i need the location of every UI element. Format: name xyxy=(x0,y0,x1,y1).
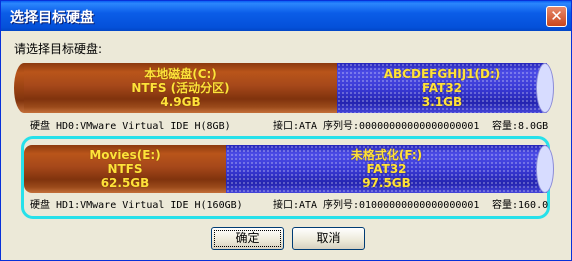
partition-e-name: Movies(E:) xyxy=(89,148,161,162)
disk-hd1-serial: 序列号:01000000000000000001 xyxy=(323,200,480,211)
partition-d-size: 3.1GB xyxy=(421,95,463,109)
partition-c-filesystem: NTFS (活动分区) xyxy=(131,81,230,95)
partition-e-filesystem: NTFS xyxy=(107,162,143,176)
select-disk-prompt: 请选择目标硬盘: xyxy=(14,42,103,56)
partition-f-size: 97.5GB xyxy=(362,176,411,190)
disk-hd0-model: 硬盘 HD0:VMware Virtual IDE H(8GB) xyxy=(30,121,231,132)
partition-e-size: 62.5GB xyxy=(100,176,150,190)
disk-hd0-bar: 本地磁盘(C:) NTFS (活动分区) 4.9GB ABCDEFGHIJ1(D… xyxy=(14,63,554,113)
disk-hd1[interactable]: Movies(E:) NTFS 62.5GB 未格式化(F:) FAT32 97… xyxy=(21,136,554,219)
close-icon: ✕ xyxy=(550,7,563,25)
disk-hd0-capacity: 容量:8.0GB xyxy=(492,121,549,132)
disk-hd0-interface: 接口:ATA xyxy=(273,121,318,132)
partition-c-size: 4.9GB xyxy=(160,95,201,109)
partition-e[interactable]: Movies(E:) NTFS 62.5GB xyxy=(24,145,226,193)
disk-hd0-serial: 序列号:00000000000000000001 xyxy=(323,121,480,132)
disk-hd0[interactable]: 本地磁盘(C:) NTFS (活动分区) 4.9GB ABCDEFGHIJ1(D… xyxy=(14,59,554,136)
disk-hd1-right-cap xyxy=(536,145,554,193)
disk-hd1-model: 硬盘 HD1:VMware Virtual IDE H(160GB) xyxy=(30,200,243,211)
partition-f[interactable]: 未格式化(F:) FAT32 97.5GB xyxy=(226,145,547,193)
partition-f-name: 未格式化(F:) xyxy=(350,148,423,162)
dialog-title: 选择目标硬盘 xyxy=(10,10,94,26)
partition-c[interactable]: 本地磁盘(C:) NTFS (活动分区) 4.9GB xyxy=(24,63,337,113)
disk-hd1-bar: Movies(E:) NTFS 62.5GB 未格式化(F:) FAT32 97… xyxy=(24,145,554,193)
disk-hd1-interface: 接口:ATA xyxy=(273,200,318,211)
title-bar[interactable]: 选择目标硬盘 ✕ xyxy=(1,1,571,31)
partition-d[interactable]: ABCDEFGHIJ1(D:) FAT32 3.1GB xyxy=(337,63,547,113)
partition-c-name: 本地磁盘(C:) xyxy=(144,67,217,81)
select-target-disk-dialog: 选择目标硬盘 ✕ 请选择目标硬盘: 本地磁盘(C:) NTFS (活动分区) 4… xyxy=(0,0,572,261)
cancel-button[interactable]: 取消 xyxy=(292,227,365,250)
close-button[interactable]: ✕ xyxy=(546,6,567,27)
disk-hd1-capacity: 容量:160.0 xyxy=(492,200,549,211)
partition-d-filesystem: FAT32 xyxy=(421,81,463,95)
ok-button[interactable]: 确定 xyxy=(211,227,284,250)
partition-d-name: ABCDEFGHIJ1(D:) xyxy=(383,67,501,81)
disk-hd0-right-cap xyxy=(536,63,554,113)
partition-f-filesystem: FAT32 xyxy=(366,162,407,176)
